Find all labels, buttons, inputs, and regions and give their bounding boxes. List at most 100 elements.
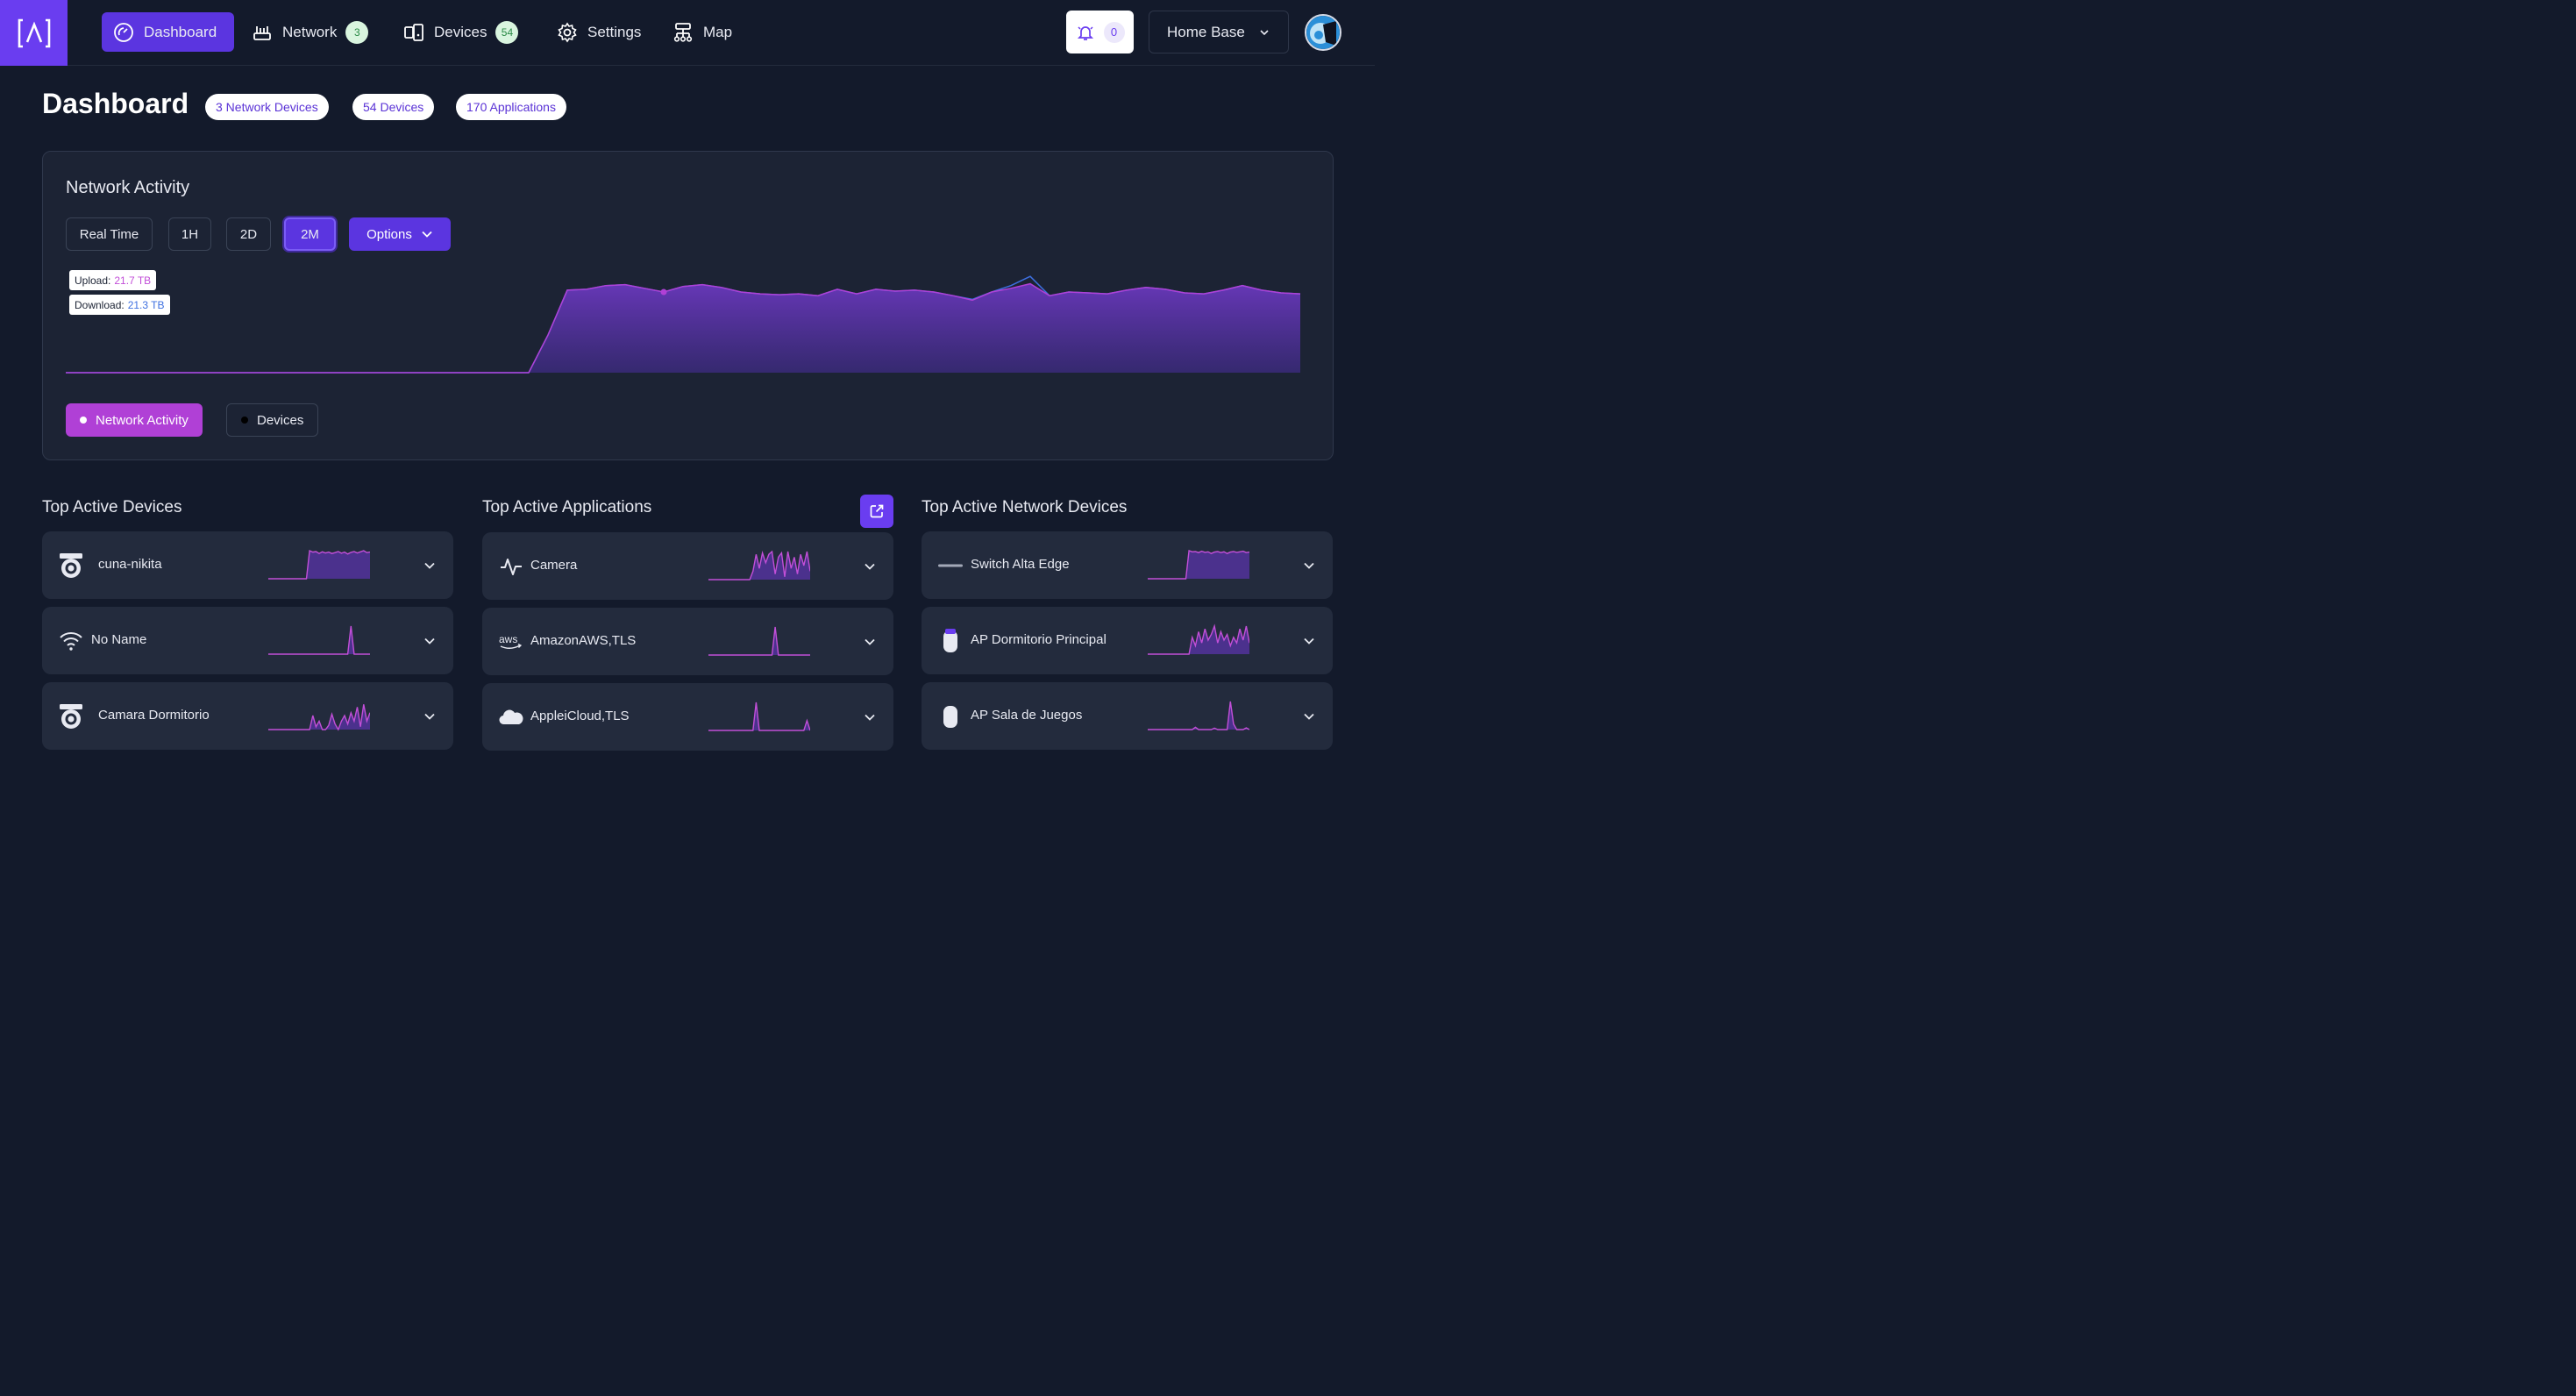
network-device-sparkline: [1148, 623, 1249, 655]
legend-devices-label: Devices: [257, 412, 304, 428]
chevron-down-icon: [1260, 29, 1269, 35]
chart-area-fill: [66, 283, 1300, 373]
download-tooltip-value: 21.3 TB: [127, 298, 165, 311]
app-logo[interactable]: [0, 0, 68, 66]
sparkline-line: [1148, 701, 1249, 730]
nav-dashboard-label: Dashboard: [144, 23, 217, 40]
page-title: Dashboard: [42, 88, 189, 119]
chevron-down-icon[interactable]: [421, 557, 438, 574]
notifications-button[interactable]: 0: [1066, 11, 1134, 53]
network-activity-chart[interactable]: [66, 263, 1302, 377]
network-device-row[interactable]: AP Sala de Juegos: [922, 682, 1333, 750]
download-tooltip-label: Download:: [75, 298, 125, 311]
upload-tooltip-label: Upload:: [75, 274, 111, 287]
download-tooltip: Download: 21.3 TB: [69, 295, 170, 315]
device-sparkline: [268, 625, 370, 655]
applications-pill[interactable]: 170 Applications: [456, 94, 566, 120]
device-name: No Name: [91, 632, 147, 647]
range-1h-button[interactable]: 1H: [168, 217, 211, 251]
sparkline-line: [708, 702, 810, 731]
camera-icon: [56, 551, 86, 580]
network-device-row[interactable]: AP Dormitorio Principal: [922, 607, 1333, 674]
logo-icon: [18, 18, 50, 47]
legend-devices-toggle[interactable]: Devices: [226, 403, 319, 437]
device-row[interactable]: cuna-nikita: [42, 531, 453, 599]
svg-text:aws: aws: [499, 633, 517, 645]
bell-icon: [1077, 25, 1093, 40]
site-selector[interactable]: Home Base: [1149, 11, 1289, 53]
device-sparkline: [268, 549, 370, 580]
nav-devices[interactable]: Devices 54: [392, 12, 529, 52]
application-row[interactable]: aws AmazonAWS,TLS: [482, 608, 893, 675]
chevron-down-icon[interactable]: [1300, 557, 1318, 574]
sparkline-area: [1148, 551, 1249, 579]
camera-icon: [56, 702, 86, 731]
router-icon: [253, 25, 271, 40]
device-sparkline: [268, 704, 370, 731]
legend-network-activity-label: Network Activity: [96, 412, 189, 428]
application-sparkline: [708, 550, 810, 580]
nav-network[interactable]: Network 3: [240, 12, 379, 52]
legend-dot: [241, 417, 248, 424]
device-name: Camara Dormitorio: [98, 708, 210, 723]
network-device-name: Switch Alta Edge: [971, 557, 1070, 572]
nav-settings-label: Settings: [587, 23, 642, 40]
sparkline-area: [708, 627, 810, 655]
nav-settings[interactable]: Settings: [545, 12, 651, 52]
chevron-down-icon[interactable]: [861, 709, 879, 726]
network-device-name: AP Dormitorio Principal: [971, 632, 1107, 647]
device-row[interactable]: Camara Dormitorio: [42, 682, 453, 750]
range-realtime-button[interactable]: Real Time: [66, 217, 153, 251]
device-name: cuna-nikita: [98, 557, 162, 572]
nav-dashboard[interactable]: Dashboard: [102, 12, 234, 52]
options-label: Options: [366, 226, 412, 242]
chevron-down-icon[interactable]: [1300, 708, 1318, 725]
nav-map[interactable]: Map: [661, 12, 743, 52]
legend-dot: [80, 417, 87, 424]
chevron-down-icon: [422, 231, 432, 238]
switch-icon: [936, 551, 965, 580]
options-dropdown-button[interactable]: Options: [349, 217, 451, 251]
application-row[interactable]: AppleiCloud,TLS: [482, 683, 893, 751]
chevron-down-icon[interactable]: [861, 558, 879, 575]
open-applications-button[interactable]: [860, 495, 893, 528]
network-device-name: AP Sala de Juegos: [971, 708, 1083, 723]
devices-icon: [404, 23, 423, 41]
network-device-sparkline: [1148, 550, 1249, 580]
legend-network-activity-toggle[interactable]: Network Activity: [66, 403, 203, 437]
range-2m-button[interactable]: 2M: [284, 217, 336, 251]
range-2d-button[interactable]: 2D: [226, 217, 271, 251]
application-row[interactable]: Camera: [482, 532, 893, 600]
sparkline-line: [708, 626, 810, 656]
sparkline-line: [268, 625, 370, 655]
activity-icon: [496, 552, 526, 581]
chart-hover-point: [660, 288, 667, 296]
site-selector-value: Home Base: [1167, 23, 1245, 40]
devices-pill[interactable]: 54 Devices: [352, 94, 435, 120]
access-point-icon: [936, 702, 965, 731]
network-devices-pill[interactable]: 3 Network Devices: [205, 94, 329, 120]
sparkline-area: [1148, 626, 1249, 654]
nav-devices-label: Devices: [434, 23, 487, 40]
device-row[interactable]: No Name: [42, 607, 453, 674]
top-navigation-bar: Dashboard Network 3 Devices 54 Settings: [0, 0, 1375, 66]
network-device-sparkline: [1148, 701, 1249, 730]
network-device-row[interactable]: Switch Alta Edge: [922, 531, 1333, 599]
chevron-down-icon[interactable]: [421, 632, 438, 650]
wifi-icon: [56, 626, 86, 656]
chevron-down-icon[interactable]: [421, 708, 438, 725]
sparkline-area: [268, 551, 370, 579]
top-devices-title: Top Active Devices: [42, 498, 182, 516]
speedometer-icon: [114, 22, 133, 42]
network-activity-title: Network Activity: [66, 178, 190, 197]
access-point-icon: [936, 626, 965, 656]
avatar-image: [1306, 16, 1340, 49]
upload-tooltip-value: 21.7 TB: [114, 274, 152, 287]
application-sparkline: [708, 626, 810, 656]
user-avatar[interactable]: [1305, 14, 1341, 51]
devices-count-badge: 54: [495, 20, 519, 44]
top-network-devices-title: Top Active Network Devices: [922, 498, 1128, 516]
chevron-down-icon[interactable]: [1300, 632, 1318, 650]
nav-map-label: Map: [703, 23, 733, 40]
chevron-down-icon[interactable]: [861, 633, 879, 651]
